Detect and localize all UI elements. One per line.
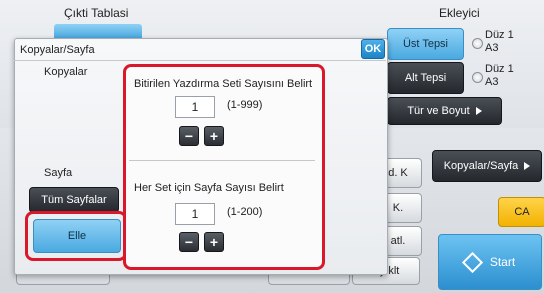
top-tray-paper: Düz 1	[485, 29, 514, 41]
bottom-tray-radio-icon[interactable]	[472, 72, 483, 83]
all-pages-button[interactable]: Tüm Sayfalar	[29, 187, 119, 213]
copies-per-set-label: Kopyalar/Sayfa	[443, 160, 519, 172]
set-count-range: (1-999)	[227, 99, 263, 111]
dialog-title: Kopyalar/Sayfa	[20, 44, 95, 56]
top-tray-size: A3	[485, 42, 499, 54]
output-tray-tab[interactable]	[54, 24, 142, 38]
pages-per-set-plus-button[interactable]: +	[204, 232, 224, 252]
arrow-right-icon	[524, 162, 531, 170]
start-diamond-icon	[461, 251, 483, 273]
ca-button[interactable]: CA	[498, 197, 544, 227]
pages-per-set-field[interactable]: 1	[175, 203, 215, 225]
output-tray-label: Çıkti Tablasi	[64, 6, 129, 20]
pages-per-set-minus-button[interactable]: −	[179, 232, 199, 252]
set-count-field[interactable]: 1	[175, 96, 215, 118]
section-divider	[129, 160, 315, 161]
bottom-tray-size: A3	[485, 76, 499, 88]
bottom-tray-media: Düz 1 A3	[485, 63, 514, 89]
dialog-title-divider	[14, 60, 386, 61]
type-size-button[interactable]: Tür ve Boyut	[387, 97, 502, 125]
pages-per-set-label: Her Set için Sayfa Sayısı Belirt	[134, 182, 284, 194]
top-tray-radio-icon[interactable]	[472, 38, 483, 49]
set-count-label: Bitirilen Yazdırma Seti Sayısını Belirt	[134, 78, 313, 90]
top-tray-button[interactable]: Üst Tepsi	[387, 28, 464, 60]
set-count-plus-button[interactable]: +	[204, 126, 224, 146]
start-label: Start	[489, 255, 516, 269]
manual-button[interactable]: Elle	[33, 219, 121, 253]
settings-highlight-panel	[123, 64, 325, 270]
inserter-label: Ekleyici	[439, 6, 480, 20]
pages-per-set-range: (1-200)	[227, 206, 263, 218]
top-tray-media: Düz 1 A3	[485, 29, 514, 55]
bottom-tray-paper: Düz 1	[485, 63, 514, 75]
bottom-tray-button[interactable]: Alt Tepsi	[387, 62, 464, 94]
ok-button[interactable]: OK	[361, 39, 385, 59]
set-count-minus-button[interactable]: −	[179, 126, 199, 146]
type-size-label: Tür ve Boyut	[407, 105, 470, 117]
arrow-right-icon	[475, 107, 482, 115]
copies-label: Kopyalar	[44, 66, 88, 78]
start-button[interactable]: Start	[438, 234, 542, 290]
copies-per-set-button[interactable]: Kopyalar/Sayfa	[432, 150, 542, 182]
page-label: Sayfa	[44, 167, 73, 179]
